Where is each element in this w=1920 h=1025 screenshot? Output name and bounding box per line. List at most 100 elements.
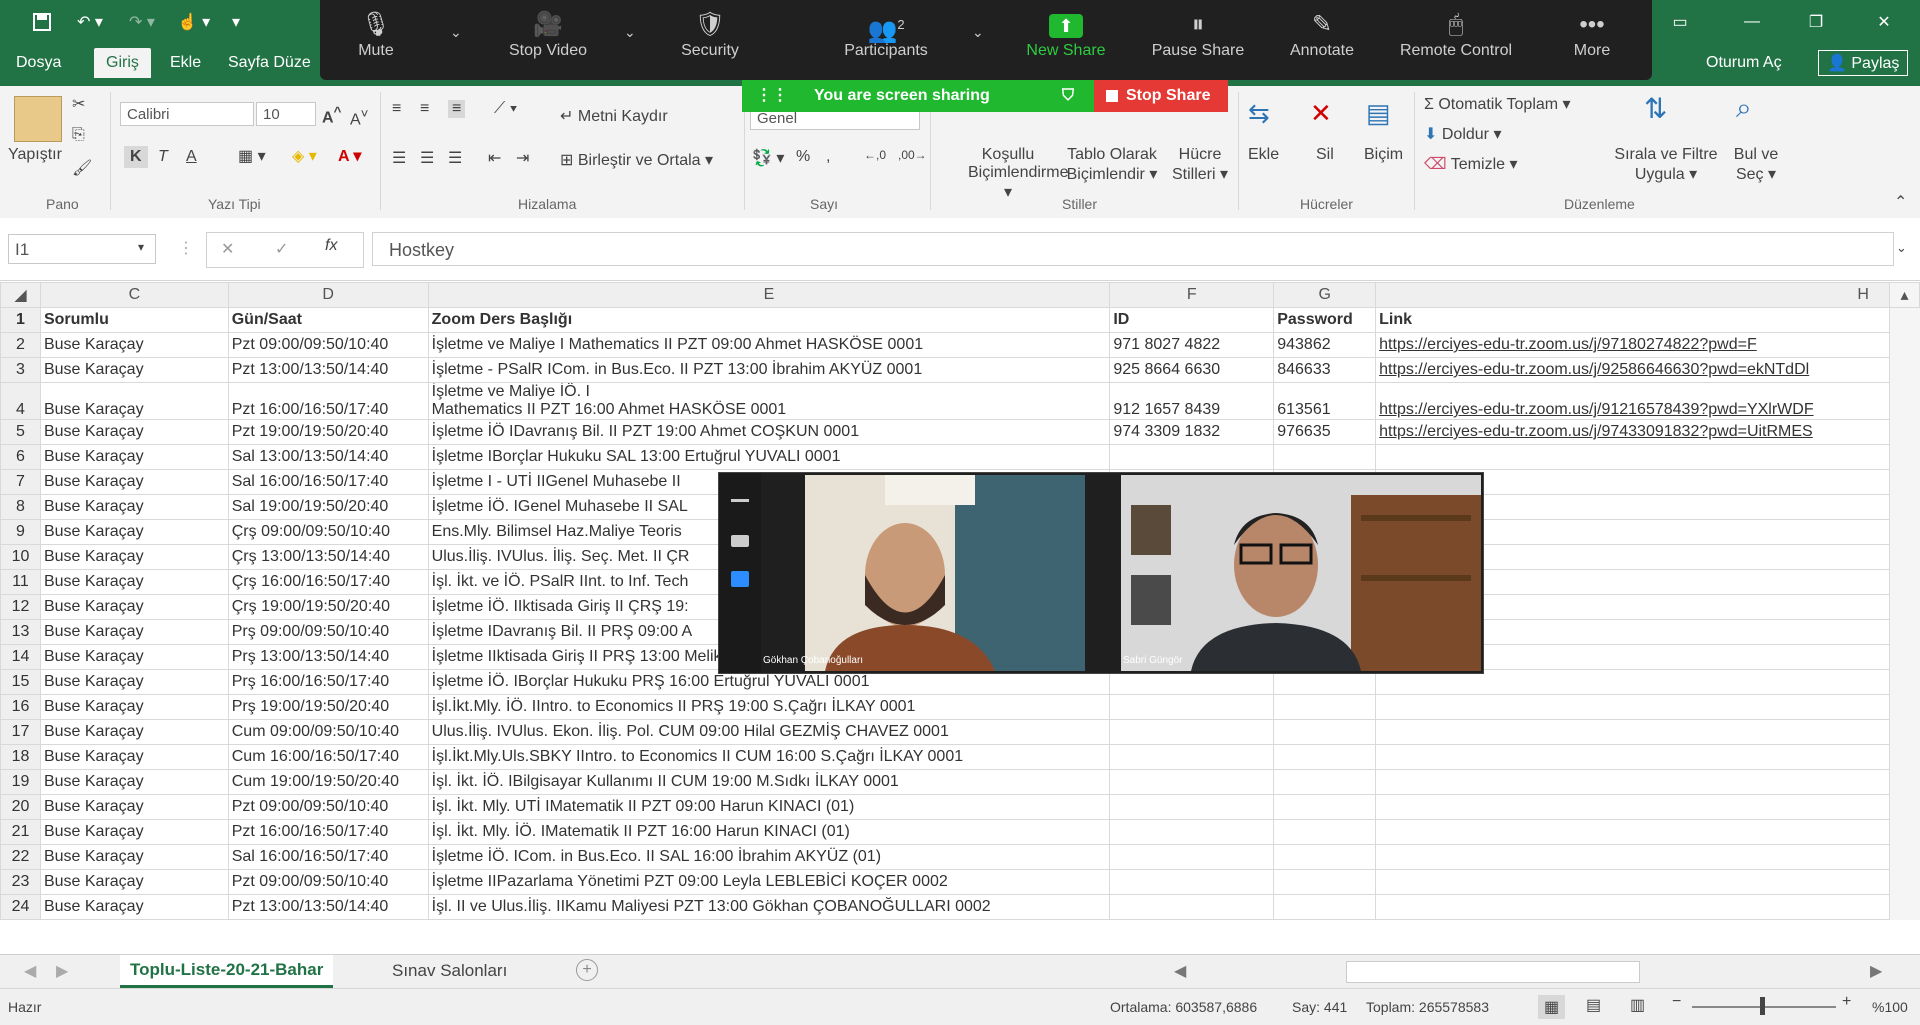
cell-styles-button[interactable]: Hücre Stilleri ▾	[1168, 146, 1232, 184]
cell[interactable]: Buse Karaçay	[39, 719, 229, 745]
hscroll-left-icon[interactable]: ◀	[1174, 961, 1186, 981]
bold-button[interactable]: K	[124, 146, 148, 168]
clear-button[interactable]: ⌫ Temizle ▾	[1424, 154, 1518, 174]
sign-in-link[interactable]: Oturum Aç	[1706, 54, 1782, 72]
name-box[interactable]: I1	[8, 234, 156, 264]
insert-function-icon[interactable]: fx	[325, 237, 337, 255]
row-number[interactable]: 15	[0, 669, 41, 695]
close-icon[interactable]: ✕	[1866, 8, 1902, 36]
format-cells-button[interactable]: Biçim	[1364, 146, 1403, 164]
cell[interactable]: 974 3309 1832	[1109, 419, 1275, 445]
cell[interactable]: Pzt 09:00/09:50/10:40	[227, 332, 429, 358]
align-top-icon[interactable]: ≡	[392, 100, 401, 118]
align-middle-icon[interactable]: ≡	[420, 100, 429, 118]
cell[interactable]: Buse Karaçay	[39, 769, 229, 795]
cell[interactable]: https://erciyes-edu-tr.zoom.us/j/9743309…	[1375, 419, 1890, 445]
cell[interactable]	[1109, 694, 1275, 720]
row-number[interactable]: 1	[0, 307, 41, 333]
row-number[interactable]: 13	[0, 619, 41, 645]
cell[interactable]: Sorumlu	[39, 307, 229, 333]
cell[interactable]: Buse Karaçay	[39, 844, 229, 870]
cell[interactable]: Pzt 13:00/13:50/14:40	[227, 357, 429, 383]
cell[interactable]: Buse Karaçay	[39, 694, 229, 720]
gallery-view-icon[interactable]	[731, 571, 749, 587]
cell[interactable]: Cum 16:00/16:50/17:40	[227, 744, 429, 770]
cell[interactable]: Pzt 16:00/16:50/17:40	[227, 382, 429, 420]
align-center-icon[interactable]: ☰	[420, 148, 434, 168]
cut-icon[interactable]: ✂	[72, 94, 85, 114]
cell[interactable]	[1109, 444, 1275, 470]
cell[interactable]: ID	[1109, 307, 1275, 333]
cell[interactable]: İşletme IIPazarlama Yönetimi PZT 09:00 L…	[427, 869, 1111, 895]
select-all-corner[interactable]: ◢	[0, 282, 41, 308]
cell[interactable]	[1273, 844, 1377, 870]
vertical-scrollbar[interactable]	[1889, 519, 1920, 545]
minimize-icon[interactable]: —	[1734, 8, 1770, 36]
cell[interactable]: Buse Karaçay	[39, 894, 229, 920]
video-options-chevron-icon[interactable]: ⌄	[624, 24, 636, 41]
column-header[interactable]: F	[1109, 282, 1275, 308]
restore-icon[interactable]: ❐	[1798, 8, 1834, 36]
row-number[interactable]: 17	[0, 719, 41, 745]
cell[interactable]	[1273, 719, 1377, 745]
cell[interactable]	[1109, 744, 1275, 770]
row-number[interactable]: 20	[0, 794, 41, 820]
new-share-button[interactable]: ⬆ New Share	[1006, 8, 1126, 60]
autosum-button[interactable]: Σ Otomatik Toplam ▾	[1424, 94, 1571, 114]
paste-button[interactable]: Yapıştır	[8, 146, 62, 164]
cell[interactable]	[1109, 819, 1275, 845]
scroll-tabs-right-icon[interactable]: ▶	[56, 961, 68, 981]
vertical-scrollbar[interactable]	[1889, 307, 1920, 333]
page-break-view-icon[interactable]: ▥	[1630, 995, 1645, 1015]
column-header[interactable]: E	[427, 282, 1111, 308]
hscroll-right-icon[interactable]: ▶	[1870, 961, 1882, 981]
sort-filter-button[interactable]: Sırala ve Filtre Uygula ▾	[1614, 146, 1718, 184]
row-number[interactable]: 23	[0, 869, 41, 895]
format-cells-icon[interactable]: ▤	[1366, 98, 1391, 129]
row-number[interactable]: 18	[0, 744, 41, 770]
tab-file[interactable]: Dosya	[16, 54, 61, 72]
delete-cells-button[interactable]: Sil	[1316, 146, 1334, 164]
format-as-table-button[interactable]: Tablo Olarak Biçimlendir ▾	[1064, 146, 1160, 184]
touch-mode-icon[interactable]: ☝ ▾	[172, 8, 216, 36]
vertical-scrollbar[interactable]	[1889, 444, 1920, 470]
vertical-scrollbar[interactable]	[1889, 357, 1920, 383]
cell[interactable]: Buse Karaçay	[39, 794, 229, 820]
align-right-icon[interactable]: ☰	[448, 148, 462, 168]
vertical-scrollbar[interactable]	[1889, 819, 1920, 845]
cell[interactable]	[1375, 769, 1890, 795]
sheet-tab-active[interactable]: Toplu-Liste-20-21-Bahar	[120, 955, 334, 988]
collapse-ribbon-icon[interactable]: ⌃	[1894, 192, 1907, 212]
cell[interactable]: Buse Karaçay	[39, 494, 229, 520]
cell[interactable]: 971 8027 4822	[1109, 332, 1275, 358]
row-number[interactable]: 19	[0, 769, 41, 795]
fill-color-icon[interactable]: ◈ ▾	[292, 146, 317, 166]
cell[interactable]	[1375, 819, 1890, 845]
formula-input[interactable]: Hostkey	[372, 232, 1894, 266]
row-number[interactable]: 14	[0, 644, 41, 670]
cell[interactable]: https://erciyes-edu-tr.zoom.us/j/9121657…	[1375, 382, 1890, 420]
cell[interactable]	[1375, 794, 1890, 820]
expand-formula-icon[interactable]: ⌄	[1896, 240, 1907, 256]
find-select-button[interactable]: Bul ve Seç ▾	[1732, 146, 1780, 184]
cell[interactable]: İşl. II ve Ulus.İliş. IIKamu Maliyesi PZ…	[427, 894, 1111, 920]
cell[interactable]: Password	[1273, 307, 1377, 333]
vertical-scrollbar[interactable]	[1889, 469, 1920, 495]
cell[interactable]	[1375, 719, 1890, 745]
cell[interactable]	[1375, 844, 1890, 870]
normal-view-icon[interactable]: ▦	[1538, 995, 1566, 1019]
decrease-indent-icon[interactable]: ⇤	[488, 148, 501, 168]
wrap-text-button[interactable]: ↵ Metni Kaydır	[560, 106, 668, 126]
cell[interactable]: Çrş 13:00/13:50/14:40	[227, 544, 429, 570]
cell[interactable]: Ulus.İliş. IVUlus. Ekon. İliş. Pol. CUM …	[427, 719, 1111, 745]
cell[interactable]: İşl. İkt. Mly. UTİ IMatematik II PZT 09:…	[427, 794, 1111, 820]
security-button[interactable]: 🛡 Security	[650, 8, 770, 60]
cell[interactable]: Sal 16:00/16:50/17:40	[227, 469, 429, 495]
cell[interactable]: İşletme İÖ. ICom. in Bus.Eco. II SAL 16:…	[427, 844, 1111, 870]
active-speaker-view-icon[interactable]	[731, 535, 749, 547]
annotate-button[interactable]: ✎ Annotate	[1262, 8, 1382, 60]
audio-options-chevron-icon[interactable]: ⌄	[450, 24, 462, 41]
column-header[interactable]: G	[1273, 282, 1377, 308]
vertical-scroll-up-icon[interactable]: ▴	[1888, 282, 1920, 308]
cell[interactable]	[1273, 794, 1377, 820]
